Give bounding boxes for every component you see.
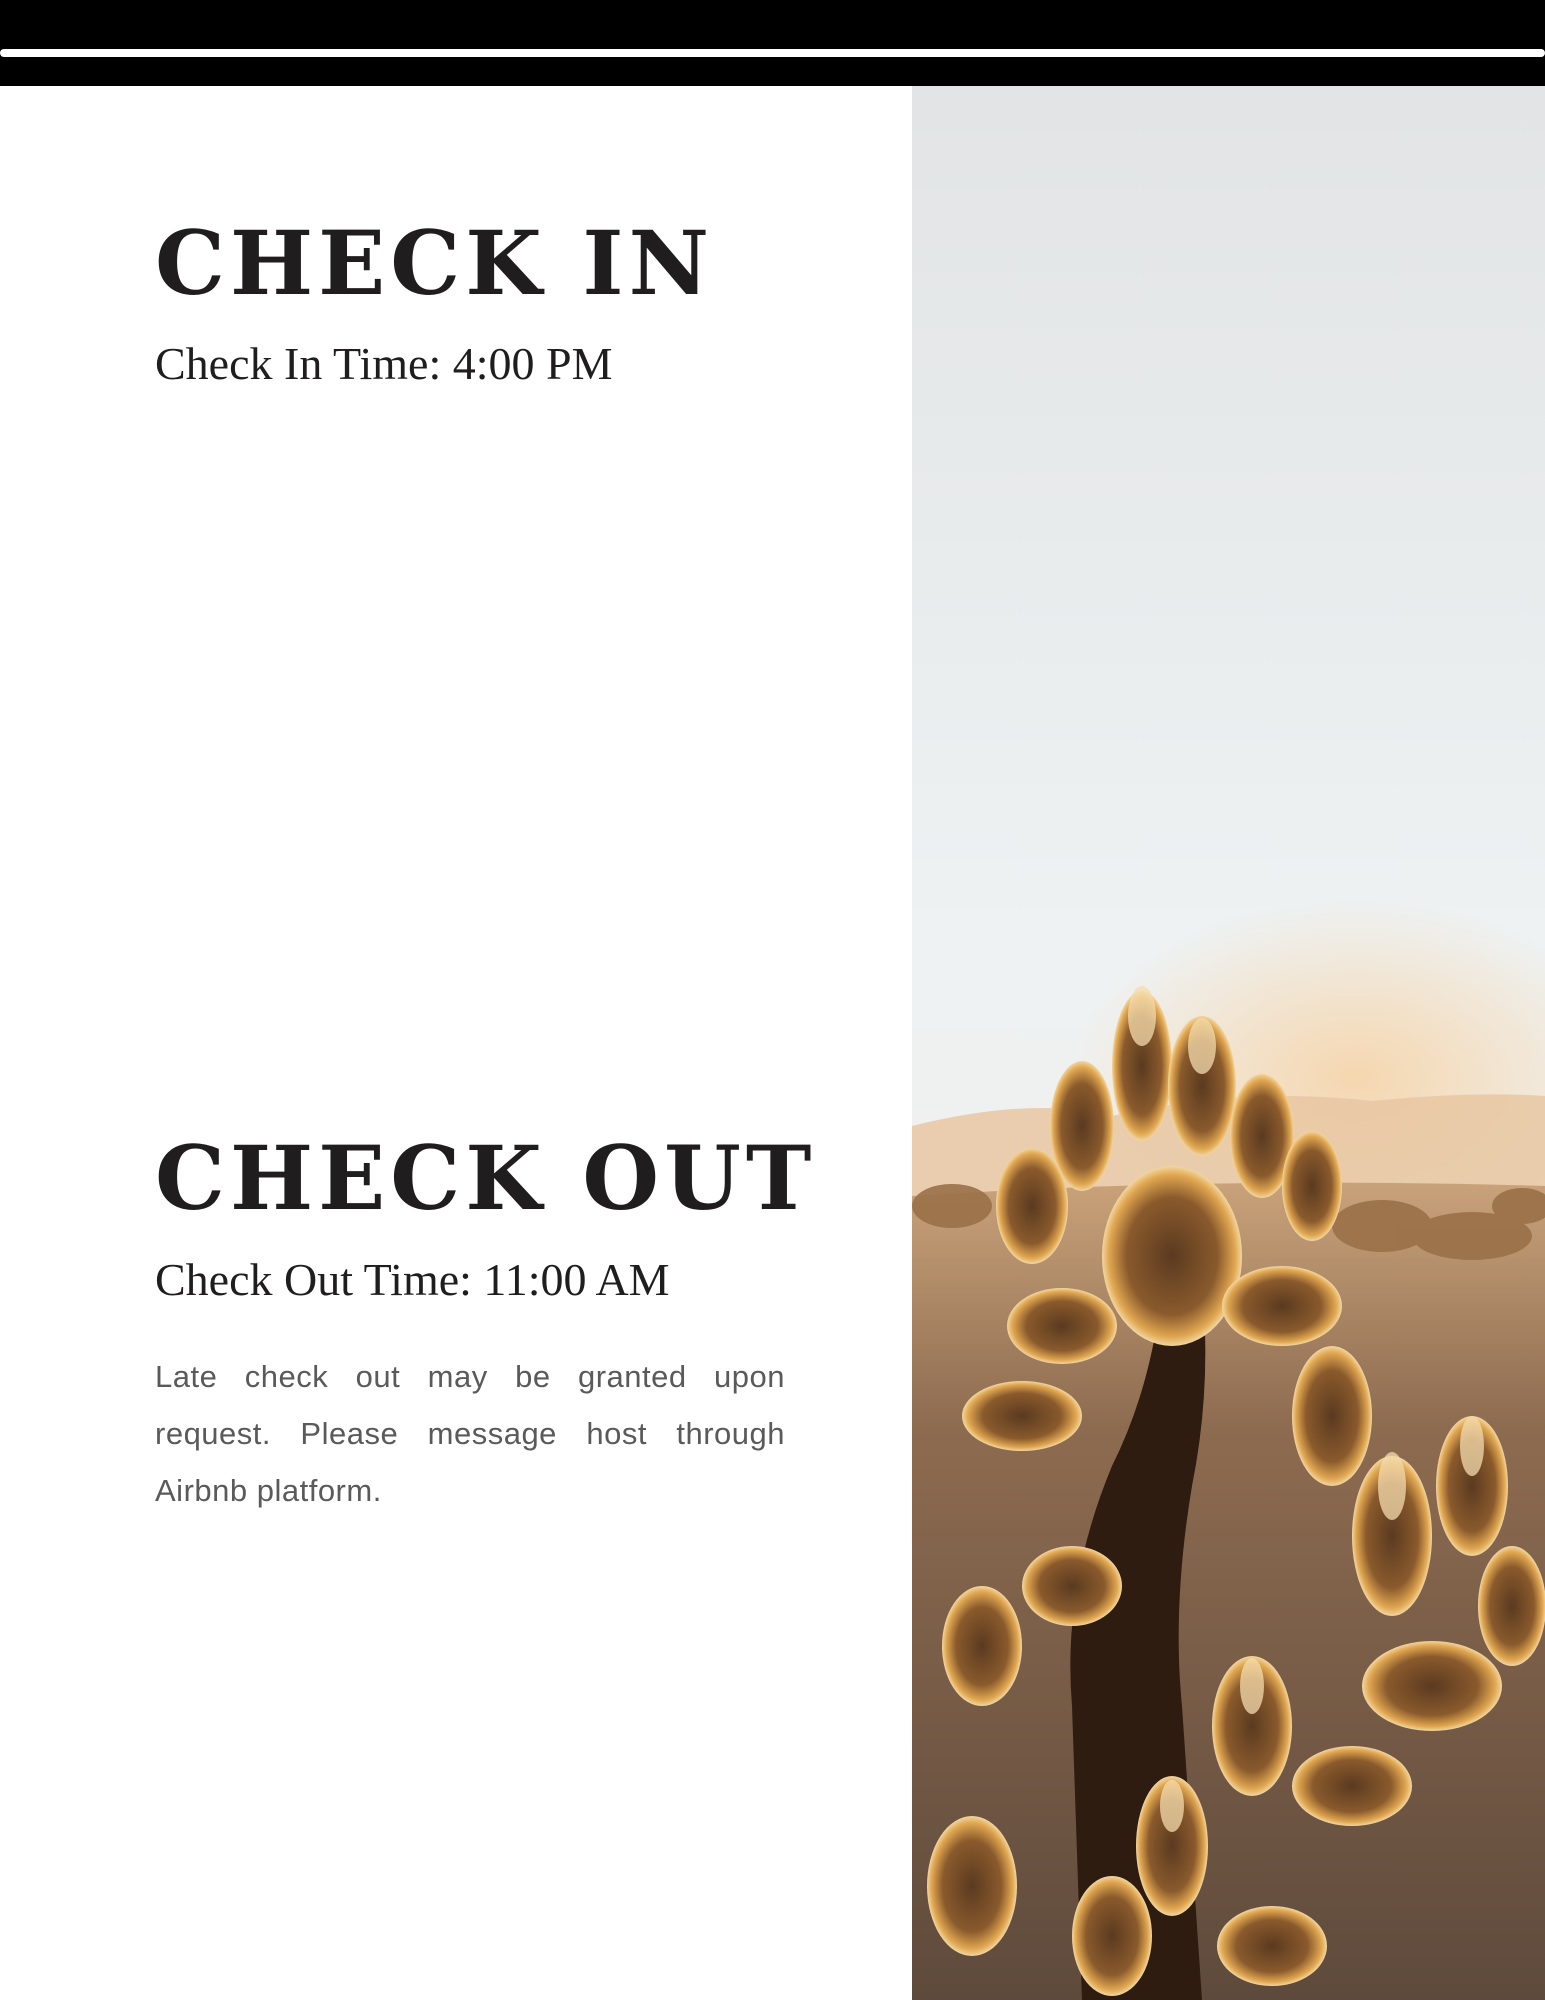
check-out-time: Check Out Time: 11:00 AM <box>155 1254 670 1305</box>
check-in-heading: CHECK IN <box>155 211 715 315</box>
top-band <box>0 0 1545 86</box>
check-out-heading: CHECK OUT <box>155 1126 817 1230</box>
late-checkout-note: Late check out may be granted upon reque… <box>155 1359 785 1508</box>
check-in-time: Check In Time: 4:00 PM <box>155 338 613 389</box>
text-column: CHECK IN Check In Time: 4:00 PM CHECK OU… <box>0 86 912 2000</box>
top-stripe <box>0 49 1545 57</box>
cactus-photo <box>912 86 1545 2000</box>
